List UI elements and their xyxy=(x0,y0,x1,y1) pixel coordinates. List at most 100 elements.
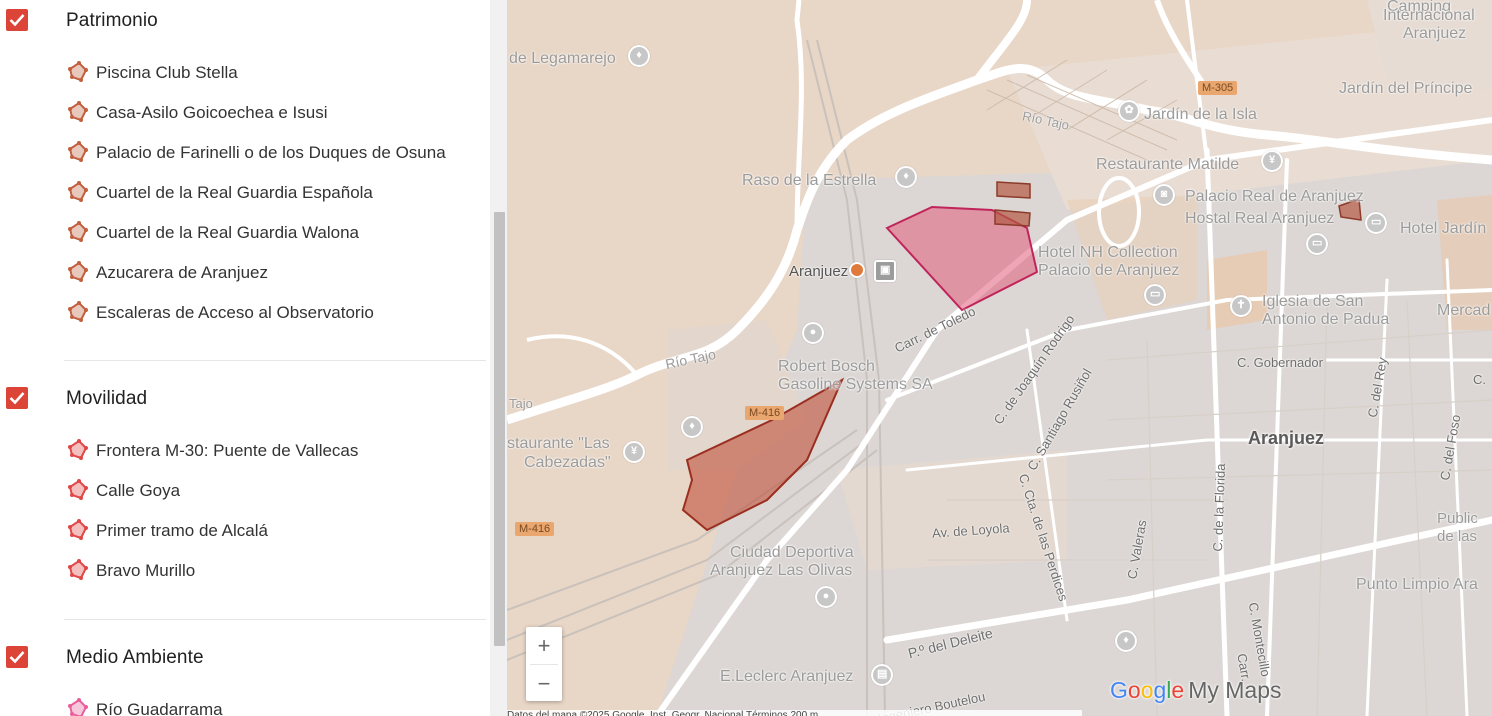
map-canvas[interactable]: ♦ ✿ ¥ ♦ ◙ ▭ ▭ ▭ ✝ ● ♦ ¥ ● ♦ ▤ ▣ de Legam… xyxy=(507,0,1492,716)
map-label-restaurante-cabezadas-2: Cabezadas" xyxy=(524,454,611,471)
layer-visibility-checkbox[interactable] xyxy=(6,387,28,409)
layer-title[interactable]: Patrimonio xyxy=(66,10,158,32)
feature-list-item[interactable]: Cuartel de la Real Guardia Española xyxy=(66,177,486,207)
feature-list-item[interactable]: Río Guadarrama xyxy=(66,694,486,716)
map-label-iglesia-2: Antonio de Padua xyxy=(1262,311,1390,328)
polygon-icon xyxy=(66,518,90,542)
landmark-icon[interactable]: ♦ xyxy=(628,45,650,67)
feature-list-item[interactable]: Cuartel de la Real Guardia Walona xyxy=(66,217,486,247)
garden-icon[interactable]: ✿ xyxy=(1118,100,1140,122)
map-label-palacio-real: Palacio Real de Aranjuez xyxy=(1185,188,1364,205)
map-label-hotel-nh: Hotel NH Collection xyxy=(1038,244,1178,261)
feature-label: Cuartel de la Real Guardia Española xyxy=(96,183,373,202)
map-label-town-aranjuez: Aranjuez xyxy=(1248,428,1325,448)
landmark-icon[interactable]: ♦ xyxy=(895,166,917,188)
feature-list-item[interactable]: Bravo Murillo xyxy=(66,555,486,585)
brand-my-maps: My Maps xyxy=(1188,677,1282,703)
zoom-control: + − xyxy=(526,627,562,701)
feature-list-item[interactable]: Casa-Asilo Goicoechea e Isusi xyxy=(66,97,486,127)
road-badge-m305: M-305 xyxy=(1198,81,1238,95)
polygon-icon xyxy=(66,300,90,324)
church-icon[interactable]: ✝ xyxy=(1230,295,1252,317)
map-label-jardin-principe: Jardín del Príncipe xyxy=(1339,80,1473,97)
sidebar-scrollbar-thumb[interactable] xyxy=(494,212,505,646)
map-label-bosch: Robert Bosch xyxy=(778,358,875,375)
map-label-gobernador: C. Gobernador xyxy=(1237,355,1323,370)
map-label-station: Aranjuez xyxy=(789,263,849,280)
map-label-punto-limpio: Punto Limpio Ara xyxy=(1356,576,1478,593)
layer-header: Medio Ambiente xyxy=(0,637,490,677)
map-label-restaurante-cabezadas: staurante "Las xyxy=(507,435,610,452)
map-label-restaurante-matilde: Restaurante Matilde xyxy=(1096,156,1240,173)
map-attribution[interactable]: Datos del mapa ©2025 Google, Inst. Geogr… xyxy=(507,710,1082,716)
map-label-ciudad-deportiva-2: Aranjuez Las Olivas xyxy=(710,562,853,579)
map-label-raso-estrella: Raso de la Estrella xyxy=(742,172,877,189)
layer-title[interactable]: Medio Ambiente xyxy=(66,647,204,669)
feature-label: Palacio de Farinelli o de los Duques de … xyxy=(96,143,446,162)
restaurant-icon[interactable]: ¥ xyxy=(623,441,645,463)
polygon-icon xyxy=(66,558,90,582)
layers-sidebar: Patrimonio Piscina Club Stella Casa-Asilo … xyxy=(0,0,507,716)
map-base-layer xyxy=(507,0,1492,716)
map-label-leclerc: E.Leclerc Aranjuez xyxy=(720,668,854,685)
map-label-hotel-nh-2: Palacio de Aranjuez xyxy=(1038,262,1180,279)
layer-divider xyxy=(64,619,486,620)
map-label-iglesia: Iglesia de San xyxy=(1262,293,1364,310)
feature-list-item[interactable]: Piscina Club Stella xyxy=(66,57,486,87)
map-label-c-florida: C. de la Florida xyxy=(1210,463,1229,552)
layer-divider xyxy=(64,360,486,361)
feature-list-item[interactable]: Escaleras de Acceso al Observatorio xyxy=(66,297,486,327)
map-label-mercado: Mercad xyxy=(1437,302,1491,319)
restaurant-icon[interactable]: ¥ xyxy=(1261,150,1283,172)
feature-label: Río Guadarrama xyxy=(96,700,223,716)
polygon-icon xyxy=(66,180,90,204)
hotel-icon[interactable]: ▭ xyxy=(1365,212,1387,234)
landmark-icon[interactable]: ♦ xyxy=(681,416,703,438)
feature-list-item[interactable]: Palacio de Farinelli o de los Duques de … xyxy=(66,137,486,167)
feature-label: Cuartel de la Real Guardia Walona xyxy=(96,223,360,242)
brand-letter: o xyxy=(1127,677,1141,703)
feature-label: Primer tramo de Alcalá xyxy=(96,521,268,540)
place-icon[interactable]: ● xyxy=(802,322,824,344)
map-label-public: Public xyxy=(1437,510,1478,527)
feature-label: Azucarera de Aranjuez xyxy=(96,263,268,282)
map-label-public-2: de las xyxy=(1437,528,1478,545)
brand-letter: g xyxy=(1153,677,1167,703)
feature-label: Frontera M-30: Puente de Vallecas xyxy=(96,441,359,460)
layer-title[interactable]: Movilidad xyxy=(66,388,147,410)
feature-label: Casa-Asilo Goicoechea e Isusi xyxy=(96,103,328,122)
polygon-icon xyxy=(66,220,90,244)
brand-letter: e xyxy=(1171,677,1185,703)
map-label-hostal-real: Hostal Real Aranjuez xyxy=(1185,210,1335,227)
shopping-icon[interactable]: ▤ xyxy=(871,664,893,686)
polygon-icon xyxy=(66,697,90,716)
layer-header: Movilidad xyxy=(0,378,490,418)
transit-icon[interactable] xyxy=(849,262,865,278)
road-badge-m416-2: M-416 xyxy=(515,522,555,536)
feature-list-item[interactable]: Frontera M-30: Puente de Vallecas xyxy=(66,435,486,465)
map-label-c-right: C. xyxy=(1473,372,1486,387)
layer-visibility-checkbox[interactable] xyxy=(6,646,28,668)
google-my-maps-logo[interactable]: Google My Maps xyxy=(1110,677,1282,704)
map-label-ciudad-deportiva: Ciudad Deportiva xyxy=(730,544,854,561)
brand-letter: G xyxy=(1110,677,1128,703)
feature-list-item[interactable]: Primer tramo de Alcalá xyxy=(66,515,486,545)
layer-visibility-checkbox[interactable] xyxy=(6,9,28,31)
polygon-icon xyxy=(66,438,90,462)
place-icon[interactable]: ● xyxy=(815,586,837,608)
feature-list-item[interactable]: Azucarera de Aranjuez xyxy=(66,257,486,287)
hotel-icon[interactable]: ▭ xyxy=(1144,284,1166,306)
landmark-icon[interactable]: ♦ xyxy=(1115,630,1137,652)
polygon-icon xyxy=(66,60,90,84)
map-label-legamarejo: de Legamarejo xyxy=(509,50,616,67)
feature-label: Bravo Murillo xyxy=(96,561,196,580)
hotel-icon[interactable]: ▭ xyxy=(1306,233,1328,255)
train-station-icon[interactable]: ▣ xyxy=(874,260,896,282)
zoom-in-button[interactable]: + xyxy=(526,627,562,664)
camera-icon[interactable]: ◙ xyxy=(1153,184,1175,206)
road-badge-m416: M-416 xyxy=(745,406,785,420)
feature-label: Escaleras de Acceso al Observatorio xyxy=(96,303,374,322)
zoom-out-button[interactable]: − xyxy=(526,665,562,702)
polygon-icon xyxy=(66,140,90,164)
feature-list-item[interactable]: Calle Goya xyxy=(66,475,486,505)
